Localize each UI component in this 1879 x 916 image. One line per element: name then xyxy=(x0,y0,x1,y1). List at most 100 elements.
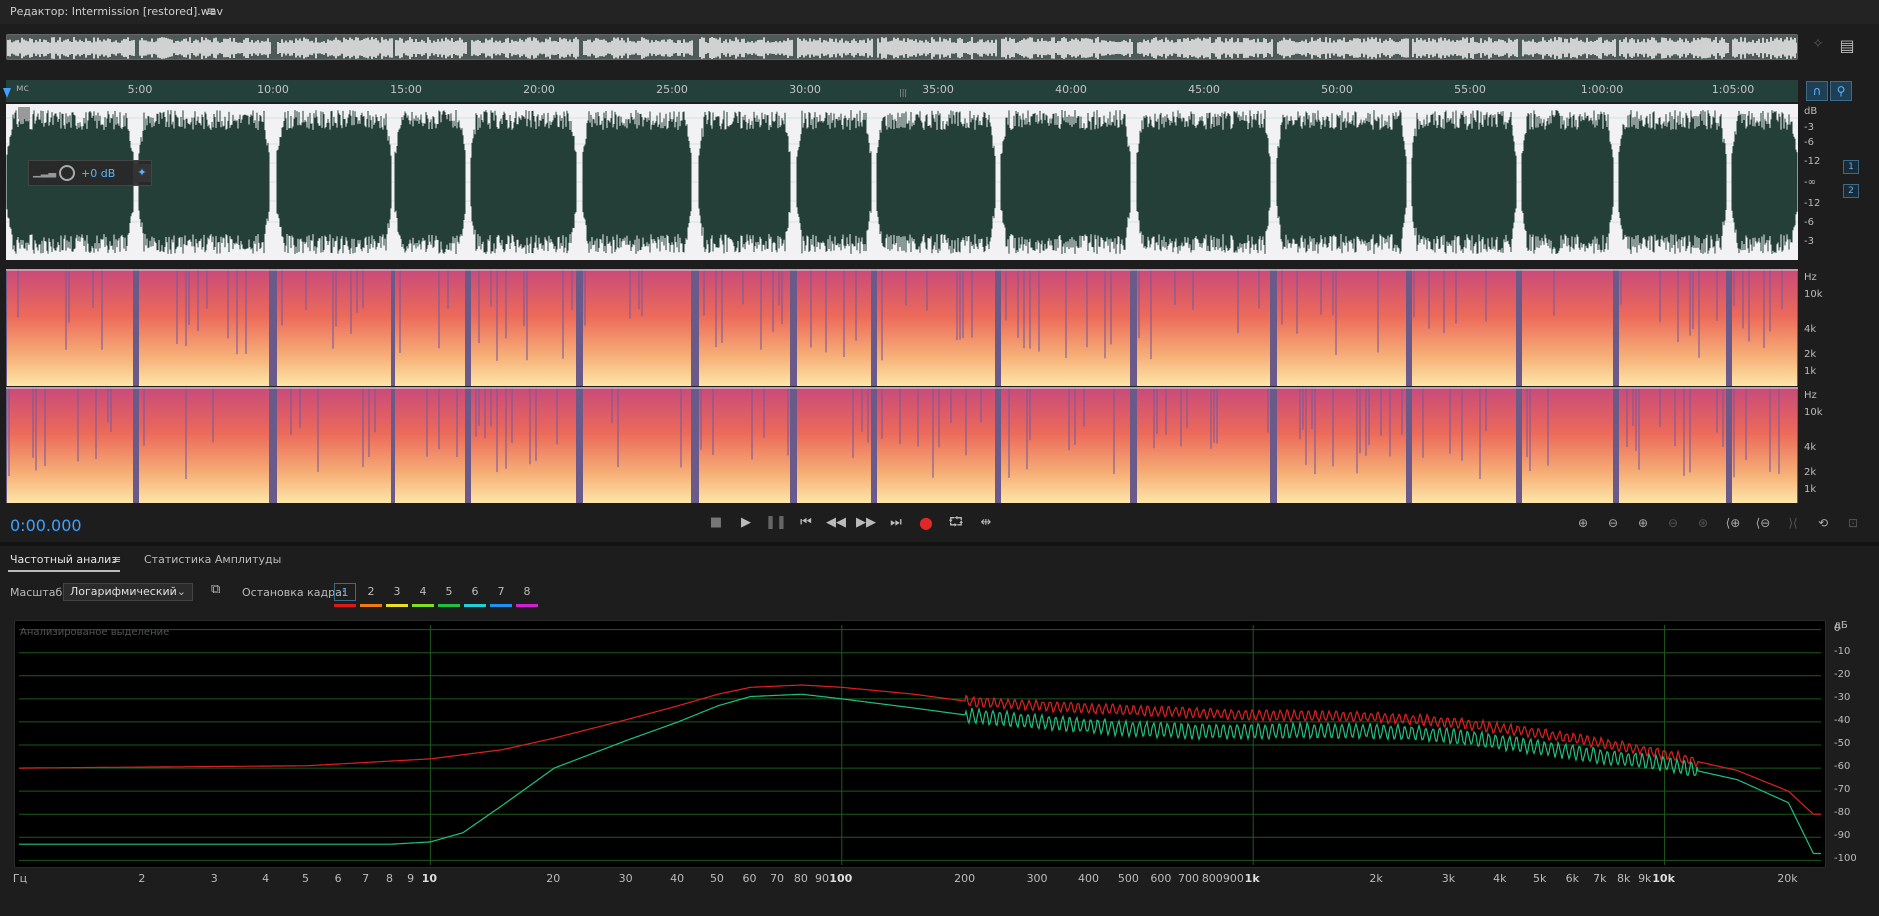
db-tick-label: -50 xyxy=(1834,738,1851,749)
ruler-tick-label: 25:00 xyxy=(656,83,688,96)
fast-forward-icon[interactable]: ▶▶ xyxy=(854,512,878,534)
hz-scale-label: 4k xyxy=(1804,442,1817,453)
zoom-reset-icon[interactable]: ⟲ xyxy=(1810,512,1836,534)
freq-tick-label: 600 xyxy=(1150,872,1172,885)
freq-tick-label: 7k xyxy=(1593,872,1607,885)
marker-pin-icon[interactable]: ⚲ xyxy=(1830,81,1852,101)
freeze-slot-3[interactable]: 3 xyxy=(386,583,408,601)
loop-icon[interactable]: ⮔ xyxy=(944,512,968,534)
db-scale-label: -6 xyxy=(1804,217,1814,228)
freq-tick-label: 40 xyxy=(670,872,685,885)
freq-tick-label: 3k xyxy=(1441,872,1456,885)
goto-start-icon[interactable]: ⏮ xyxy=(794,512,818,534)
channel-1-toggle[interactable]: 1 xyxy=(1843,160,1859,174)
freeze-slot-7[interactable]: 7 xyxy=(490,583,512,601)
waveform-view[interactable] xyxy=(6,104,1798,260)
tab-amplitude-statistics[interactable]: Статистика Амплитуды xyxy=(144,553,281,566)
spectrogram-scale-1: Hz 10k 4k 2k 1k xyxy=(1800,269,1852,386)
freeze-slot-4[interactable]: 4 xyxy=(412,583,434,601)
zoom-out-full-icon[interactable]: ⊛ xyxy=(1690,512,1716,534)
tab-menu-icon[interactable]: ≡ xyxy=(112,553,121,566)
playhead-icon[interactable] xyxy=(3,88,11,98)
db-tick-label: -100 xyxy=(1834,853,1857,865)
spectrogram-channel-1[interactable] xyxy=(6,269,1798,386)
ruler-tick-label: 55:00 xyxy=(1454,83,1486,96)
gain-hud[interactable]: ▁▂▃ +0 dB ✦ xyxy=(28,160,152,186)
freeze-slot-2[interactable]: 2 xyxy=(360,583,382,601)
time-ruler[interactable]: мс 5:00 10:00 15:00 20:00 25:00 30:00 35:00 40:… xyxy=(6,80,1798,102)
scale-label: Масштаб: xyxy=(10,586,66,599)
panel-tabs: Частотный анализ ≡ Статистика Амплитуды xyxy=(0,548,1879,572)
track-list-icon[interactable]: ▤ xyxy=(1836,36,1858,58)
zoom-out-time-icon[interactable]: ⊖ xyxy=(1660,512,1686,534)
freeze-slot-6[interactable]: 6 xyxy=(464,583,486,601)
channel-2-toggle[interactable]: 2 xyxy=(1843,184,1859,198)
scroll-grip-icon[interactable]: ||| xyxy=(899,88,907,97)
ruler-tick-label: 1:05:00 xyxy=(1711,83,1755,96)
freeze-slot-color-swatch xyxy=(386,604,408,607)
hz-scale-label: 1k xyxy=(1804,366,1817,377)
spectrogram-channel-2[interactable] xyxy=(6,387,1798,503)
copy-icon[interactable]: ⧉ xyxy=(211,582,220,597)
freeze-slot-color-swatch xyxy=(490,604,512,607)
freq-tick-label: 80 xyxy=(793,872,808,885)
freeze-slot-8[interactable]: 8 xyxy=(516,583,538,601)
overview-waveform[interactable] xyxy=(6,34,1798,60)
freeze-slot-1[interactable]: 1 xyxy=(334,583,356,601)
record-icon[interactable]: ● xyxy=(914,512,938,534)
skip-selection-icon[interactable]: ⇹ xyxy=(974,512,998,534)
chevron-down-icon: ⌄ xyxy=(176,585,186,598)
zoom-to-selection-icon[interactable]: ⊡ xyxy=(1840,512,1866,534)
freq-tick-label: 9 xyxy=(407,872,415,885)
panel-divider xyxy=(0,542,1879,546)
zoom-selection-icon[interactable]: ✧ xyxy=(1807,36,1829,58)
db-scale-label: -3 xyxy=(1804,236,1814,247)
frequency-response-plot xyxy=(19,625,1821,865)
freeze-slot-5[interactable]: 5 xyxy=(438,583,460,601)
freeze-slot-color-swatch xyxy=(438,604,460,607)
zoom-in-point-icon[interactable]: ⟨⊕ xyxy=(1720,512,1746,534)
frequency-analysis-graph[interactable] xyxy=(14,620,1826,868)
rewind-icon[interactable]: ◀◀ xyxy=(824,512,848,534)
hz-scale-label: 10k xyxy=(1804,289,1823,300)
freq-tick-label: 5k xyxy=(1533,872,1547,885)
time-display: 0:00.000 xyxy=(10,516,82,535)
freeze-slot-color-swatch xyxy=(360,604,382,607)
db-scale-label: dB xyxy=(1804,106,1818,117)
zoom-selection-icon[interactable]: ⟩⟨ xyxy=(1780,512,1806,534)
zoom-in-amplitude-icon[interactable]: ⊕ xyxy=(1570,512,1596,534)
db-scale-label: -12 xyxy=(1804,156,1821,167)
hz-scale-label: 2k xyxy=(1804,349,1817,360)
gain-knob[interactable] xyxy=(59,165,75,181)
ruler-tick-label: 45:00 xyxy=(1188,83,1220,96)
gain-value: +0 dB xyxy=(81,167,116,180)
play-icon[interactable]: ▶ xyxy=(734,512,758,534)
spectrogram-scale-2: Hz 10k 4k 2k 1k xyxy=(1800,387,1852,503)
zoom-out-point-icon[interactable]: ⟨⊖ xyxy=(1750,512,1776,534)
db-axis: дБ 0 -10 -20 -30 -40 -50 -60 -70 -80 -90 -100 xyxy=(1830,620,1870,868)
ruler-tick-label: 40:00 xyxy=(1055,83,1087,96)
hamburger-icon[interactable]: ≡ xyxy=(206,4,216,18)
waveform-graphic xyxy=(6,104,1798,260)
freq-tick-label: 20 xyxy=(546,872,561,885)
headphones-icon[interactable]: ∩ xyxy=(1806,81,1828,101)
active-tab-indicator xyxy=(8,570,120,572)
goto-end-icon[interactable]: ⏭ xyxy=(884,512,908,534)
stop-icon[interactable]: ■ xyxy=(704,512,728,534)
scale-dropdown[interactable]: Логарифмический ⌄ xyxy=(63,583,193,601)
scale-value: Логарифмический xyxy=(70,585,177,598)
db-tick-label: -10 xyxy=(1834,645,1851,657)
freq-tick-label: 6k xyxy=(1565,872,1579,885)
zoom-in-time-icon[interactable]: ⊕ xyxy=(1630,512,1656,534)
pin-icon[interactable]: ✦ xyxy=(133,164,151,182)
tab-frequency-analysis[interactable]: Частотный анализ xyxy=(10,553,117,566)
hz-scale-label: 4k xyxy=(1804,324,1817,335)
freq-tick-label: 9k xyxy=(1638,872,1652,885)
freq-tick-label: 400 xyxy=(1077,872,1099,885)
hz-scale-label: 2k xyxy=(1804,467,1817,478)
freq-tick-label: 8k xyxy=(1617,872,1631,885)
level-meter-icon: ▁▂▃ xyxy=(33,167,57,178)
db-scale-label: -3 xyxy=(1804,122,1814,133)
zoom-out-amplitude-icon[interactable]: ⊖ xyxy=(1600,512,1626,534)
pause-icon[interactable]: ❚❚ xyxy=(764,512,788,534)
